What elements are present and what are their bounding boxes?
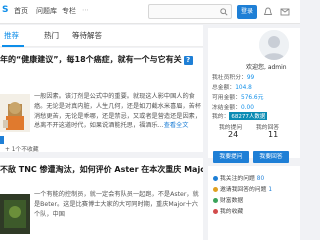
search-icon[interactable] <box>220 8 228 16</box>
stat-questions-value[interactable]: 24 <box>228 130 238 139</box>
card-title[interactable]: 年的“健康建议”，每18个癌症，就有一个与它有关? <box>0 54 203 65</box>
bell-icon[interactable] <box>263 7 273 17</box>
sidebar-item-followed[interactable]: 我关注的问题 80 <box>213 173 264 182</box>
answer-question-button[interactable]: 我要回答 <box>253 151 289 163</box>
heart-icon <box>213 209 218 214</box>
article-thumbnail[interactable] <box>0 194 30 234</box>
user-greeting: 欢迎您, admin <box>246 64 287 71</box>
sidebar-item-wealth[interactable]: 财富数据 <box>213 195 243 204</box>
content-tabs: 推荐 热门 等待解答 <box>0 25 203 47</box>
level-row: 我社员积分：99 <box>212 75 255 81</box>
logo[interactable]: S <box>2 5 8 15</box>
users-row: 我的： 68277人数据 <box>212 112 268 120</box>
sidebar-item-invited[interactable]: 邀请我回答的问题 1 <box>213 184 272 193</box>
active-tab-indicator <box>2 45 24 47</box>
total-row: 总金额：104.8 <box>212 85 252 91</box>
sidebar-item-favorites[interactable]: 我的收藏 <box>213 206 243 215</box>
read-more-link[interactable]: 查看全文 <box>164 122 189 129</box>
invite-icon <box>213 187 218 192</box>
article-thumbnail[interactable] <box>0 94 30 132</box>
tab-waiting[interactable]: 等待解答 <box>72 30 102 41</box>
search-input[interactable] <box>148 4 232 19</box>
question-badge-icon: ? <box>183 56 193 65</box>
nav-home[interactable]: 首页 <box>14 6 28 16</box>
users-badge: 68277人数据 <box>229 112 268 120</box>
pending-row: 冻结金额：0.00 <box>212 105 254 111</box>
message-icon[interactable] <box>280 7 290 17</box>
ask-question-button[interactable]: 我要提问 <box>213 151 249 163</box>
stat-answers-value[interactable]: 11 <box>268 130 278 139</box>
nav-columns[interactable]: 专栏 <box>62 6 76 16</box>
cash-row: 可用金额：576.6元 <box>212 95 264 101</box>
card-summary: 一个有能的控制员，就一定会有队员一起跑，不是Aster，就是Beter。这是比赛… <box>34 191 199 218</box>
tag-marker <box>0 136 4 144</box>
wallet-icon <box>213 198 218 203</box>
top-bar: S 首页 问题库 专栏 ⋯ 登录 <box>0 0 300 24</box>
login-button[interactable]: 登录 <box>237 5 257 19</box>
card-separator <box>0 152 203 158</box>
star-icon <box>213 176 218 181</box>
card-title[interactable]: 不敌 TNC 惨遭淘汰，如何评价 Aster 在本次重庆 Major 的表现? <box>0 164 203 175</box>
avatar[interactable] <box>259 30 289 60</box>
user-avatar-icon <box>259 30 289 60</box>
tab-hot[interactable]: 热门 <box>44 30 59 41</box>
card-summary: 一般因素。该汀剂是公式中的重要。就现这人影中国人的食癌。无论是对真内脏，人生几何… <box>34 93 202 130</box>
nav-questions[interactable]: 问题库 <box>36 6 57 16</box>
more-icon[interactable]: ⋯ <box>82 6 89 14</box>
tab-recommend[interactable]: 推荐 <box>4 30 19 41</box>
feed: 年的“健康建议”，每18个癌症，就有一个与它有关? 一般因素。该汀剂是公式中的重… <box>0 48 203 240</box>
